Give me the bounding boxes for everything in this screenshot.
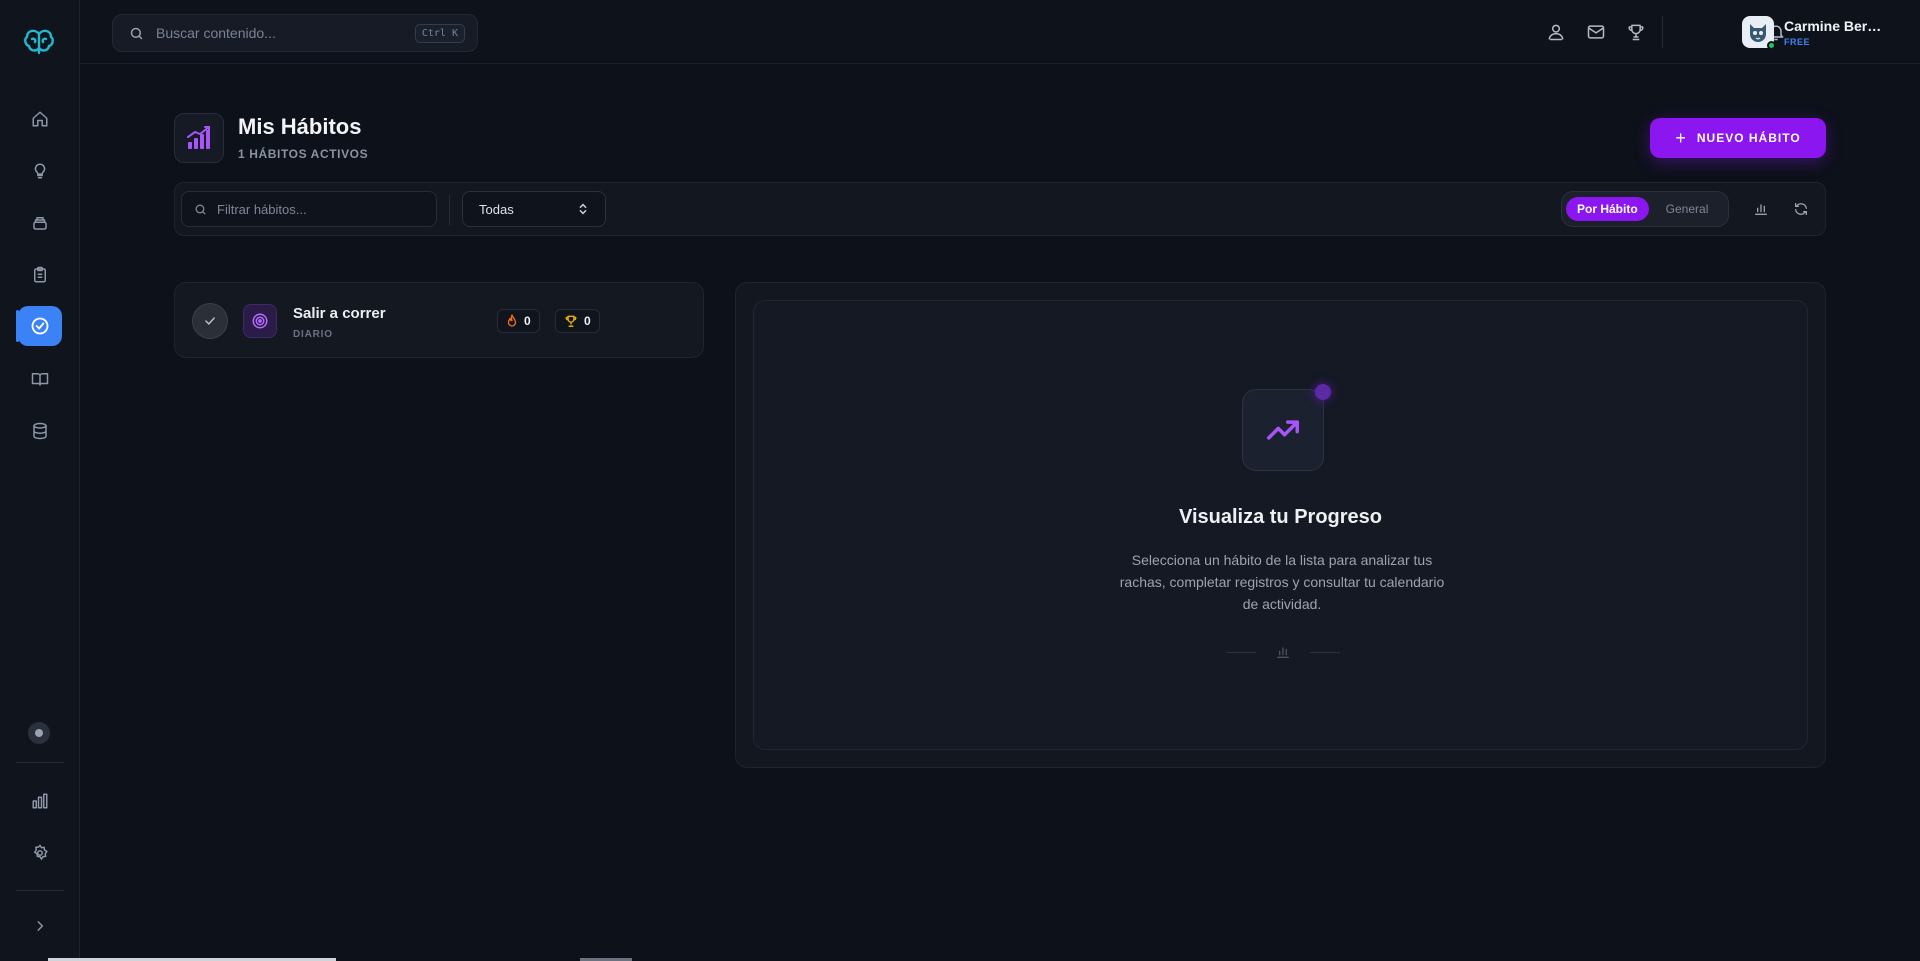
flame-icon	[506, 314, 524, 328]
sidebar-divider	[16, 890, 64, 891]
trophy-icon	[564, 314, 584, 328]
page-title: Mis Hábitos	[238, 114, 362, 139]
check-circle-icon	[30, 316, 50, 336]
refresh-icon[interactable]	[1793, 201, 1811, 219]
sidebar-item-settings[interactable]	[20, 833, 60, 873]
stats-view-icon[interactable]	[1753, 201, 1771, 219]
chevron-right-icon	[33, 919, 47, 933]
habits-chart-icon	[174, 113, 224, 163]
sidebar-item-database[interactable]	[20, 411, 60, 451]
user-plan-badge: FREE	[1784, 36, 1811, 47]
sidebar-item-stats[interactable]	[20, 781, 60, 821]
chevron-up-down-icon	[577, 202, 589, 216]
current-streak-value: 0	[524, 314, 531, 328]
user-menu[interactable]: Carmine Bern... FREE	[1742, 16, 1884, 50]
avatar[interactable]	[1742, 16, 1776, 50]
empty-state-description: Selecciona un hábito de la lista para an…	[1119, 552, 1445, 612]
active-habits-count: 1 HÁBITOS ACTIVOS	[238, 147, 369, 161]
plus-icon: +	[1675, 127, 1687, 148]
book-open-icon	[31, 370, 49, 388]
clipboard-icon	[31, 266, 49, 284]
new-habit-button[interactable]: + NUEVO HÁBITO	[1650, 118, 1826, 158]
progress-panel: Visualiza tu Progreso Selecciona un hábi…	[735, 282, 1826, 768]
search-icon	[129, 26, 144, 41]
habit-name: Salir a correr	[293, 305, 386, 322]
current-streak-badge: 0	[497, 309, 540, 333]
lightbulb-icon	[31, 162, 49, 180]
habit-frequency: DIARIO	[293, 329, 333, 340]
sidebar-item-habits[interactable]	[18, 306, 62, 346]
sidebar-item-library[interactable]	[20, 359, 60, 399]
check-icon	[203, 314, 217, 328]
category-select[interactable]: Todas	[462, 191, 606, 227]
complete-habit-button[interactable]	[192, 303, 228, 339]
best-streak-value: 0	[584, 314, 591, 328]
view-toggle-general[interactable]: General	[1655, 197, 1720, 221]
sidebar-item-ideas[interactable]	[20, 151, 60, 191]
search-placeholder: Buscar contenido...	[156, 25, 276, 41]
habit-card[interactable]: Salir a correr DIARIO 0 0	[174, 282, 704, 358]
topbar: Buscar contenido... Ctrl K Carmine Bern.…	[80, 0, 1920, 64]
filter-placeholder: Filtrar hábitos...	[217, 201, 307, 217]
bar-chart-icon	[31, 792, 49, 810]
gear-icon	[31, 844, 49, 862]
trending-up-icon	[1242, 389, 1324, 471]
target-icon	[243, 304, 277, 338]
bar-chart-icon	[1275, 644, 1291, 660]
new-habit-label: NUEVO HÁBITO	[1696, 131, 1801, 145]
layers-icon	[31, 214, 49, 232]
mail-icon[interactable]	[1586, 22, 1606, 42]
community-icon[interactable]	[1546, 22, 1566, 42]
progress-empty-state: Visualiza tu Progreso Selecciona un hábi…	[753, 300, 1808, 750]
filter-bar: Filtrar hábitos... Todas Por Hábito Gene…	[174, 182, 1826, 236]
sidebar-item-tasks[interactable]	[20, 255, 60, 295]
view-toggle: Por Hábito General	[1561, 191, 1729, 227]
best-streak-badge: 0	[555, 309, 600, 333]
online-status-dot	[1767, 41, 1776, 50]
empty-state-title: Visualiza tu Progreso	[1178, 506, 1383, 528]
trophy-icon[interactable]	[1626, 22, 1646, 42]
search-shortcut-badge: Ctrl K	[414, 23, 465, 43]
global-search-input[interactable]: Buscar contenido... Ctrl K	[112, 14, 478, 52]
database-icon	[31, 422, 49, 440]
brain-logo-icon[interactable]	[22, 26, 56, 56]
topbar-divider	[1662, 16, 1663, 48]
sidebar-item-home[interactable]	[20, 99, 60, 139]
filter-divider	[449, 195, 450, 225]
sidebar-divider	[16, 762, 64, 763]
sidebar-item-collections[interactable]	[20, 203, 60, 243]
sidebar-expand-button[interactable]	[20, 906, 60, 946]
home-icon	[31, 110, 49, 128]
sidebar	[0, 0, 80, 961]
view-toggle-per-habit[interactable]: Por Hábito	[1566, 197, 1649, 221]
decorative-line	[1310, 652, 1340, 653]
category-selected-value: Todas	[479, 201, 514, 217]
user-name: Carmine Bern...	[1784, 17, 1884, 34]
decorative-line	[1226, 652, 1256, 653]
notification-glow-dot	[1315, 384, 1331, 400]
status-indicator-icon[interactable]	[28, 722, 50, 744]
filter-habits-input[interactable]: Filtrar hábitos...	[181, 191, 437, 227]
search-icon	[194, 203, 207, 216]
